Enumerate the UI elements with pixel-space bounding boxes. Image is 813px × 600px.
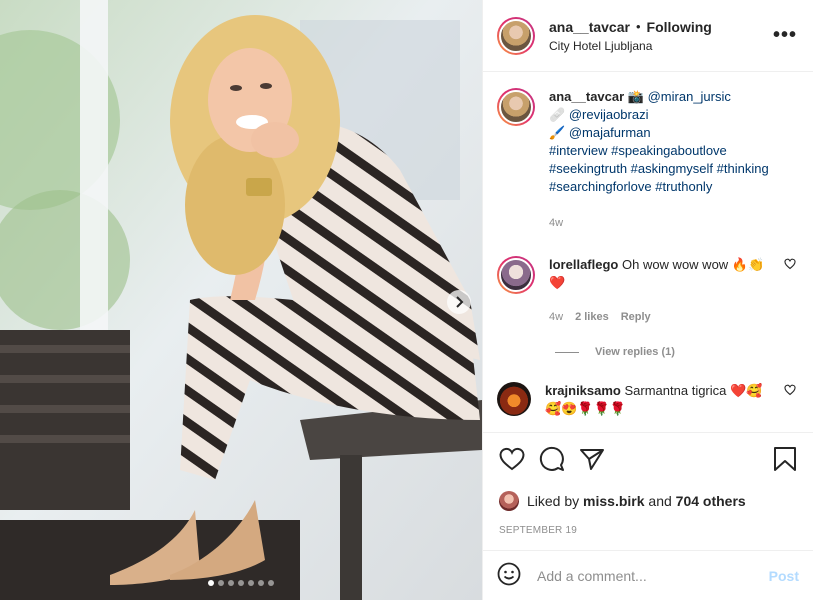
post-dialog: ana__tavcar • Following City Hotel Ljubl… <box>0 0 813 600</box>
camera-emoji: 📸 <box>627 89 644 104</box>
liker-username[interactable]: miss.birk <box>583 493 644 509</box>
more-options-icon[interactable]: ••• <box>773 24 797 47</box>
comment-text: Oh wow wow wow 🔥👏 <box>621 257 765 272</box>
commenter-avatar[interactable] <box>497 382 531 416</box>
comment-meta: 4w 2 likes Reply <box>549 308 783 326</box>
location-link[interactable]: City Hotel Ljubljana <box>549 39 773 53</box>
commenter-username[interactable]: krajniksamo <box>545 383 621 398</box>
view-replies-button[interactable]: View replies (1) <box>555 346 797 358</box>
view-replies-line <box>555 351 579 353</box>
comment-text-2: ❤️ <box>549 275 566 290</box>
reply-button[interactable]: Reply <box>621 308 651 326</box>
liked-by-prefix: Liked by <box>527 493 580 509</box>
caption-time[interactable]: 4w <box>549 214 769 232</box>
post-comment-button[interactable]: Post <box>769 568 799 584</box>
carousel-dot <box>228 580 234 586</box>
header-top: ana__tavcar • Following <box>549 19 773 35</box>
caption-username[interactable]: ana__tavcar <box>549 89 624 104</box>
commenter-username[interactable]: lorellaflego <box>549 257 618 272</box>
likes-count[interactable]: 704 others <box>676 493 746 509</box>
mention-link[interactable]: @miran_jursic <box>648 89 731 104</box>
actions-section: Liked by miss.birk and 704 others SEPTEM… <box>483 432 813 550</box>
like-comment-heart-icon[interactable] <box>783 258 797 326</box>
post-side-panel: ana__tavcar • Following City Hotel Ljubl… <box>482 0 813 600</box>
commenter-avatar-ring[interactable] <box>497 256 535 294</box>
hashtags-line[interactable]: #seekingtruth #askingmyself #thinking <box>549 160 769 178</box>
hashtags-line[interactable]: #searchingforlove #truthonly <box>549 178 769 196</box>
like-comment-heart-icon[interactable] <box>783 384 797 418</box>
mention-link[interactable]: @revijaobrazi <box>569 107 649 122</box>
following-button[interactable]: Following <box>647 19 712 35</box>
comment-bubble-icon[interactable] <box>539 446 565 472</box>
avatar <box>499 90 533 124</box>
hashtags-line[interactable]: #interview #speakingaboutlove <box>549 142 769 160</box>
comment-likes[interactable]: 2 likes <box>575 308 609 326</box>
comment-time[interactable]: 4w <box>549 308 563 326</box>
post-header: ana__tavcar • Following City Hotel Ljubl… <box>483 0 813 72</box>
mention-link[interactable]: @majafurman <box>569 125 651 140</box>
paintbrush-emoji: 🖌️ <box>549 125 566 140</box>
comment-input[interactable] <box>537 567 769 584</box>
carousel-dot <box>208 580 214 586</box>
caption-text: ana__tavcar 📸 @miran_jursic 🩹 @revijaobr… <box>549 88 769 232</box>
carousel-dot <box>258 580 264 586</box>
post-photo <box>0 0 482 600</box>
avatar <box>499 258 533 292</box>
comment-text: Sarmantna tigrica ❤️🥰 <box>624 383 763 398</box>
action-icons <box>499 443 797 475</box>
comment-item: lorellaflego Oh wow wow wow 🔥👏 ❤️ 4w 2 l… <box>497 256 797 326</box>
add-comment-bar: Post <box>483 550 813 600</box>
carousel-dot <box>218 580 224 586</box>
comment-body: krajniksamo Sarmantna tigrica ❤️🥰 🥰😍🌹🌹🌹 <box>545 382 783 418</box>
likes-summary: Liked by miss.birk and 704 others <box>499 491 797 511</box>
chevron-right-icon <box>456 296 464 308</box>
post-date[interactable]: SEPTEMBER 19 <box>499 525 797 536</box>
author-avatar-ring[interactable] <box>497 16 535 55</box>
emoji-smiley-icon[interactable] <box>497 562 521 589</box>
post-media[interactable] <box>0 0 482 600</box>
author-username[interactable]: ana__tavcar <box>549 19 630 35</box>
carousel-dot <box>268 580 274 586</box>
carousel-indicator <box>0 580 482 586</box>
likes-and: and <box>648 493 672 509</box>
comments-section: ana__tavcar 📸 @miran_jursic 🩹 @revijaobr… <box>483 72 813 432</box>
share-paper-plane-icon[interactable] <box>579 447 605 471</box>
carousel-dot <box>248 580 254 586</box>
header-text: ana__tavcar • Following City Hotel Ljubl… <box>549 19 773 53</box>
comment-body: lorellaflego Oh wow wow wow 🔥👏 ❤️ 4w 2 l… <box>549 256 783 326</box>
liker-avatar[interactable] <box>499 491 519 511</box>
view-replies-label: View replies (1) <box>595 346 675 358</box>
avatar <box>499 18 533 53</box>
like-heart-icon[interactable] <box>499 447 525 471</box>
comment-text-2: 🥰😍🌹🌹🌹 <box>545 401 626 416</box>
caption-avatar-ring[interactable] <box>497 88 535 126</box>
save-bookmark-icon[interactable] <box>773 446 797 472</box>
separator-dot: • <box>635 19 641 34</box>
carousel-next-button[interactable] <box>447 290 471 314</box>
caption: ana__tavcar 📸 @miran_jursic 🩹 @revijaobr… <box>497 88 797 232</box>
bandage-emoji: 🩹 <box>549 107 566 122</box>
comment-item: krajniksamo Sarmantna tigrica ❤️🥰 🥰😍🌹🌹🌹 <box>497 382 797 418</box>
carousel-dot <box>238 580 244 586</box>
